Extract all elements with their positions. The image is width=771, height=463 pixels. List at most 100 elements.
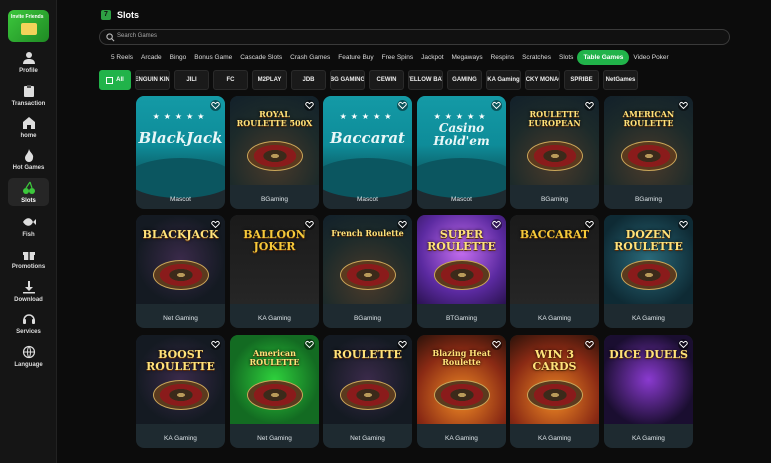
provider-m2play[interactable]: M2PLAY bbox=[252, 70, 287, 90]
game-card[interactable]: ROULETTE Net Gaming bbox=[323, 335, 412, 448]
tab-table-games[interactable]: Table Games bbox=[577, 50, 630, 65]
favorite-heart-icon[interactable] bbox=[584, 339, 595, 350]
game-card[interactable]: American ROULETTE Net Gaming bbox=[230, 335, 319, 448]
favorite-heart-icon[interactable] bbox=[491, 219, 502, 230]
roulette-wheel-icon bbox=[247, 380, 303, 410]
tab-crash-games[interactable]: Crash Games bbox=[286, 50, 334, 65]
tab-megaways[interactable]: Megaways bbox=[448, 50, 487, 65]
favorite-heart-icon[interactable] bbox=[584, 219, 595, 230]
app-root: Invite Friends Profile Transaction home … bbox=[0, 0, 771, 463]
tab-bonus-game[interactable]: Bonus Game bbox=[190, 50, 236, 65]
game-card[interactable]: WIN 3 CARDS KA Gaming bbox=[510, 335, 599, 448]
sidebar-item-slots[interactable]: Slots bbox=[8, 178, 49, 206]
favorite-heart-icon[interactable] bbox=[397, 100, 408, 111]
provider-netgames[interactable]: NetGames bbox=[603, 70, 638, 90]
provider-jdb[interactable]: JDB bbox=[291, 70, 326, 90]
game-card[interactable]: Blazing Heat Roulette KA Gaming bbox=[417, 335, 506, 448]
game-provider-label: KA Gaming bbox=[164, 435, 197, 442]
sidebar-item-download[interactable]: Download bbox=[0, 277, 57, 309]
game-title: BALLOON JOKER bbox=[243, 228, 306, 254]
sidebar-item-fish[interactable]: Fish bbox=[0, 212, 57, 244]
game-provider-label: KA Gaming bbox=[445, 435, 478, 442]
game-card[interactable]: ROYAL ROULETTE 500X BGaming bbox=[230, 96, 319, 209]
favorite-heart-icon[interactable] bbox=[304, 219, 315, 230]
favorite-heart-icon[interactable] bbox=[678, 219, 689, 230]
slots-badge-icon: 7 bbox=[101, 10, 111, 20]
tab-scratches[interactable]: Scratches bbox=[518, 50, 555, 65]
favorite-heart-icon[interactable] bbox=[304, 100, 315, 111]
tab-free-spins[interactable]: Free Spins bbox=[378, 50, 417, 65]
sidebar-item-promotions[interactable]: Promotions bbox=[0, 244, 57, 276]
tab-slots[interactable]: Slots bbox=[555, 50, 577, 65]
roulette-wheel-icon bbox=[434, 260, 490, 290]
game-provider-label: KA Gaming bbox=[632, 315, 665, 322]
invite-friends-banner[interactable]: Invite Friends bbox=[8, 10, 49, 42]
provider-label: KA Gaming bbox=[487, 77, 520, 83]
game-card[interactable]: BALLOON JOKER KA Gaming bbox=[230, 215, 319, 328]
sidebar-item-label: Promotions bbox=[11, 264, 46, 270]
tab-5-reels[interactable]: 5 Reels bbox=[107, 50, 137, 65]
provider-lucky-monaco[interactable]: LUCKY MONACO bbox=[525, 70, 560, 90]
favorite-heart-icon[interactable] bbox=[210, 219, 221, 230]
game-card[interactable]: ★★★★★ BlackJack Mascot bbox=[136, 96, 225, 209]
game-provider-label: BGaming bbox=[540, 196, 569, 203]
sidebar-item-home[interactable]: home bbox=[0, 113, 57, 145]
tab-jackpot[interactable]: Jackpot bbox=[417, 50, 447, 65]
game-card[interactable]: BOOST ROULETTE KA Gaming bbox=[136, 335, 225, 448]
provider-all[interactable]: All bbox=[99, 70, 131, 90]
game-card[interactable]: DICE DUELS KA Gaming bbox=[604, 335, 693, 448]
game-card[interactable]: BLACKJACK Net Gaming bbox=[136, 215, 225, 328]
sidebar-item-services[interactable]: Services bbox=[0, 309, 57, 341]
tab-respins[interactable]: Respins bbox=[487, 50, 518, 65]
search-input[interactable]: Search Games bbox=[99, 29, 730, 45]
roulette-wheel-icon bbox=[621, 141, 677, 171]
favorite-heart-icon[interactable] bbox=[491, 100, 502, 111]
provider-fc[interactable]: FC bbox=[213, 70, 248, 90]
tab-arcade[interactable]: Arcade bbox=[137, 50, 166, 65]
provider-label: SPRIBE bbox=[570, 77, 593, 83]
provider-cewin[interactable]: CEWIN bbox=[369, 70, 404, 90]
download-icon bbox=[22, 281, 35, 294]
provider-filter-bar: All PENGUIN KING JILI FC M2PLAY JDB BG GAMING C… bbox=[99, 70, 638, 90]
category-tabs: 5 Reels Arcade Bingo Bonus Game Cascade Slot… bbox=[107, 50, 673, 65]
game-card[interactable]: ROULETTE EUROPEAN BGaming bbox=[510, 96, 599, 209]
clipboard-icon bbox=[23, 85, 34, 97]
game-card[interactable]: ★★★★★ Casino Hold'em Mascot bbox=[417, 96, 506, 209]
provider-spribe[interactable]: SPRIBE bbox=[564, 70, 599, 90]
favorite-heart-icon[interactable] bbox=[678, 100, 689, 111]
game-card[interactable]: SUPER ROULETTE BTGaming bbox=[417, 215, 506, 328]
game-card[interactable]: French Roulette BGaming bbox=[323, 215, 412, 328]
favorite-heart-icon[interactable] bbox=[678, 339, 689, 350]
sidebar-item-transaction[interactable]: Transaction bbox=[0, 81, 57, 113]
game-card[interactable]: ★★★★★ Baccarat Mascot bbox=[323, 96, 412, 209]
favorite-heart-icon[interactable] bbox=[304, 339, 315, 350]
provider-bg-gaming[interactable]: BG GAMING bbox=[330, 70, 365, 90]
favorite-heart-icon[interactable] bbox=[584, 100, 595, 111]
sidebar-item-language[interactable]: Language bbox=[0, 342, 57, 374]
provider-label: YELLOW BAT bbox=[408, 77, 442, 83]
favorite-heart-icon[interactable] bbox=[397, 219, 408, 230]
favorite-heart-icon[interactable] bbox=[210, 339, 221, 350]
tab-cascade-slots[interactable]: Cascade Slots bbox=[236, 50, 286, 65]
tab-feature-buy[interactable]: Feature Buy bbox=[334, 50, 377, 65]
sidebar-item-hot-games[interactable]: Hot Games bbox=[0, 145, 57, 177]
home-icon bbox=[22, 117, 35, 129]
provider-penguin-king[interactable]: PENGUIN KING bbox=[135, 70, 170, 90]
sidebar-item-profile[interactable]: Profile bbox=[0, 48, 57, 80]
game-card[interactable]: DOZEN ROULETTE KA Gaming bbox=[604, 215, 693, 328]
game-card[interactable]: AMERICAN ROULETTE BGaming bbox=[604, 96, 693, 209]
provider-ka-gaming[interactable]: KA Gaming bbox=[486, 70, 521, 90]
provider-jili[interactable]: JILI bbox=[174, 70, 209, 90]
page-title: 7 Slots bbox=[101, 9, 139, 21]
game-card[interactable]: BACCARAT KA Gaming bbox=[510, 215, 599, 328]
provider-yellow-bat[interactable]: YELLOW BAT bbox=[408, 70, 443, 90]
favorite-heart-icon[interactable] bbox=[397, 339, 408, 350]
game-title: French Roulette bbox=[331, 228, 404, 238]
table-felt-decoration bbox=[136, 158, 225, 198]
tab-video-poker[interactable]: Video Poker bbox=[629, 50, 672, 65]
provider-gaming[interactable]: GAMING bbox=[447, 70, 482, 90]
provider-label: FC bbox=[226, 77, 235, 83]
favorite-heart-icon[interactable] bbox=[210, 100, 221, 111]
favorite-heart-icon[interactable] bbox=[491, 339, 502, 350]
tab-bingo[interactable]: Bingo bbox=[166, 50, 191, 65]
